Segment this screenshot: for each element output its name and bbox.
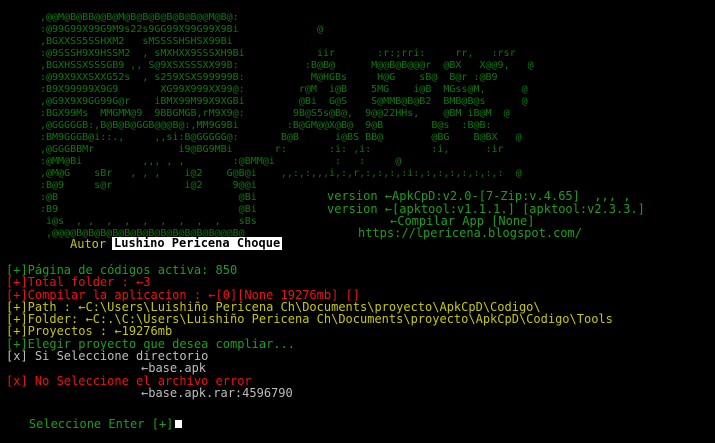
total-folder-line: [+]Total folder : ←3 (6, 275, 151, 290)
prompt-line[interactable]: Seleccione Enter [+] (0, 406, 183, 442)
dir-selected-line: [x] Si Seleccione directorio (6, 349, 209, 364)
dir-file-line: ←base.apk (141, 361, 207, 376)
blog-url[interactable]: https://lpericena.blogspot.com/ (358, 227, 582, 239)
projects-line: [+]Proyectos : ←19276mb (6, 324, 173, 339)
version-line-1: version ←ApkCpD:v2.0-[7-Zip:v.4.65] ,,, … (327, 189, 631, 203)
console-window: ,@@M@B@BB@@B@M@B@B@B@B@B@B@@M@B@: :@99G9… (0, 0, 715, 430)
rar-file-line: ←base.apk.rar:4596790 (141, 385, 293, 400)
prompt-text: Seleccione Enter [+] (28, 417, 174, 431)
not-selected-line: [x] No Seleccione el archivo error (6, 373, 252, 388)
text-cursor (175, 420, 183, 428)
status-output: [+]Página de códigos activa: 850 [+]Tota… (6, 264, 613, 400)
author-name: Lushino Pericena Choque (112, 236, 283, 250)
author-label: Autor (70, 237, 107, 251)
